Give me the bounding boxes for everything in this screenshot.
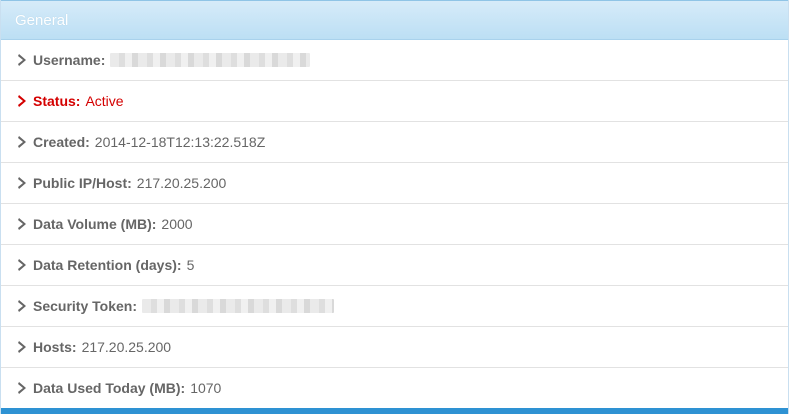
created-value: 2014-12-18T12:13:22.518Z	[94, 134, 266, 150]
chevron-right-icon	[17, 135, 29, 149]
hosts-label: Hosts:	[33, 339, 77, 355]
security-token-label: Security Token:	[33, 298, 137, 314]
status-value: Active	[85, 93, 124, 109]
username-label: Username:	[33, 52, 106, 68]
row-data-volume: Data Volume (MB): 2000	[1, 204, 788, 245]
status-label: Status:	[33, 93, 81, 109]
chevron-right-icon	[17, 176, 29, 190]
chevron-right-icon	[17, 94, 29, 108]
chevron-right-icon	[17, 217, 29, 231]
data-volume-label: Data Volume (MB):	[33, 216, 157, 232]
data-volume-value: 2000	[161, 216, 193, 232]
panel-header[interactable]: General	[1, 0, 788, 40]
chevron-right-icon	[17, 340, 29, 354]
username-redacted-value	[110, 53, 311, 67]
data-used-today-value: 1070	[190, 380, 222, 396]
data-retention-label: Data Retention (days):	[33, 257, 182, 273]
general-panel: General Username: Status: Active Created…	[0, 0, 789, 414]
bottom-accent-bar	[1, 408, 788, 414]
row-username: Username:	[1, 40, 788, 81]
row-status: Status: Active	[1, 81, 788, 122]
chevron-right-icon	[17, 381, 29, 395]
row-security-token: Security Token:	[1, 286, 788, 327]
row-data-retention: Data Retention (days): 5	[1, 245, 788, 286]
row-data-used-today: Data Used Today (MB): 1070	[1, 368, 788, 409]
security-token-redacted-value	[142, 299, 334, 313]
public-ip-label: Public IP/Host:	[33, 175, 132, 191]
panel-title: General	[15, 11, 69, 29]
row-hosts: Hosts: 217.20.25.200	[1, 327, 788, 368]
public-ip-value: 217.20.25.200	[136, 175, 227, 191]
chevron-right-icon	[17, 299, 29, 313]
chevron-right-icon	[17, 53, 29, 67]
row-created: Created: 2014-12-18T12:13:22.518Z	[1, 122, 788, 163]
hosts-value: 217.20.25.200	[81, 339, 172, 355]
created-label: Created:	[33, 134, 90, 150]
row-public-ip: Public IP/Host: 217.20.25.200	[1, 163, 788, 204]
data-used-today-label: Data Used Today (MB):	[33, 380, 186, 396]
chevron-right-icon	[17, 258, 29, 272]
data-retention-value: 5	[186, 257, 195, 273]
